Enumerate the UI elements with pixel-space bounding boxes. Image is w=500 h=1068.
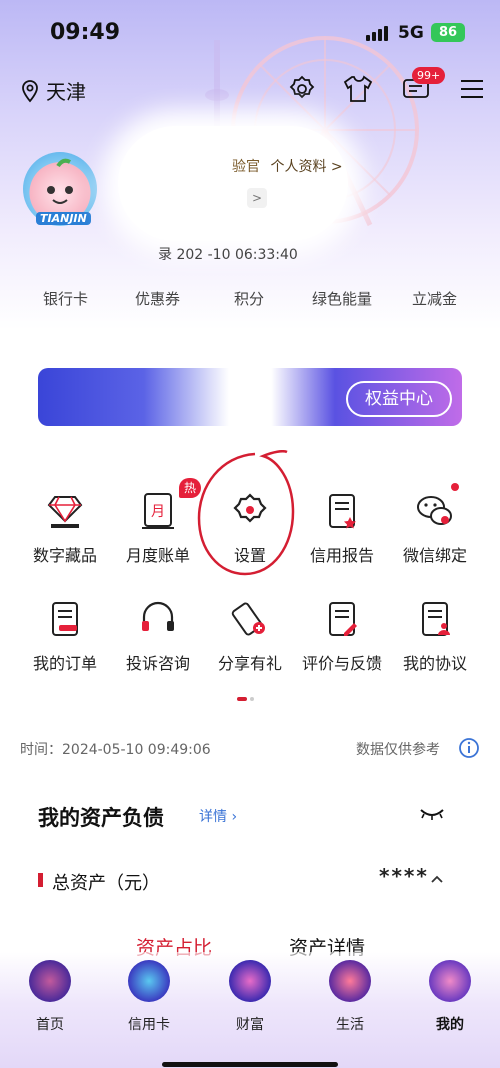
eye-closed-icon[interactable] bbox=[418, 806, 446, 822]
nav-wealth[interactable]: 财富 bbox=[205, 960, 295, 1034]
service-complaints[interactable]: 投诉咨询 bbox=[108, 596, 208, 674]
service-label: 分享有礼 bbox=[217, 654, 282, 673]
service-wechat-binding[interactable]: 微信绑定 bbox=[385, 488, 485, 566]
agreement-icon bbox=[422, 602, 450, 636]
profile-chevron[interactable]: > bbox=[247, 188, 267, 208]
nav-label: 信用卡 bbox=[128, 1017, 170, 1033]
tab-bank-card[interactable]: 银行卡 bbox=[43, 288, 88, 309]
nav-life[interactable]: 生活 bbox=[305, 960, 395, 1034]
home-icon bbox=[29, 960, 71, 1002]
profile-link[interactable]: 个人资料 > bbox=[270, 159, 342, 175]
service-label: 评价与反馈 bbox=[301, 654, 382, 673]
menu-button[interactable] bbox=[455, 72, 489, 106]
data-note: 数据仅供参考 bbox=[356, 742, 440, 758]
service-share-gift[interactable]: 分享有礼 bbox=[200, 596, 300, 674]
nav-credit-card[interactable]: 信用卡 bbox=[104, 960, 194, 1034]
credit-card-icon bbox=[128, 960, 170, 1002]
location-pin-icon bbox=[22, 79, 38, 102]
avatar-city-tag: TIANJIN bbox=[36, 212, 91, 225]
monthly-bill-icon: 月 bbox=[142, 493, 174, 529]
dress-up-button[interactable] bbox=[341, 72, 375, 106]
total-assets-marker bbox=[38, 873, 43, 887]
nav-label: 财富 bbox=[236, 1017, 264, 1033]
chevron-right-icon: › bbox=[227, 809, 238, 825]
account-tabs: 银行卡 优惠券 积分 绿色能量 立减金 bbox=[0, 288, 500, 316]
hamburger-menu-icon bbox=[461, 80, 483, 98]
service-my-agreement[interactable]: 我的协议 bbox=[385, 596, 485, 674]
member-level: 验官 bbox=[232, 159, 260, 175]
service-label: 信用报告 bbox=[309, 546, 374, 565]
nav-mine[interactable]: 我的 bbox=[405, 960, 495, 1034]
mine-icon bbox=[429, 960, 471, 1002]
service-my-orders[interactable]: 我的订单 bbox=[15, 596, 115, 674]
signal-icon bbox=[366, 26, 388, 41]
tab-coupons[interactable]: 优惠券 bbox=[135, 288, 180, 309]
gem-icon bbox=[47, 496, 83, 528]
battery-icon: 86 bbox=[431, 23, 465, 42]
service-label: 我的协议 bbox=[402, 654, 467, 673]
order-icon bbox=[52, 602, 78, 636]
nav-label: 首页 bbox=[36, 1017, 64, 1033]
share-gift-icon bbox=[231, 602, 265, 636]
message-count-badge: 99+ bbox=[412, 67, 446, 84]
service-label: 我的订单 bbox=[32, 654, 97, 673]
page-indicator bbox=[237, 697, 254, 701]
feedback-icon bbox=[329, 602, 357, 636]
profile-row[interactable]: 验官 个人资料 > bbox=[232, 156, 343, 176]
last-login-time: 录 202 -10 06:33:40 bbox=[158, 247, 298, 263]
service-label: 微信绑定 bbox=[402, 546, 467, 565]
svg-text:月: 月 bbox=[151, 504, 165, 520]
city-selector[interactable]: 天津 bbox=[18, 76, 86, 105]
gear-icon bbox=[289, 75, 315, 99]
assets-section-title: 我的资产负债 bbox=[38, 806, 164, 830]
headset-icon bbox=[142, 601, 174, 631]
wechat-icon bbox=[417, 496, 452, 525]
service-feedback[interactable]: 评价与反馈 bbox=[292, 596, 392, 674]
info-icon[interactable] bbox=[458, 737, 480, 759]
service-label: 数字藏品 bbox=[32, 546, 97, 565]
nav-home[interactable]: 首页 bbox=[5, 960, 95, 1034]
total-assets-value: **** bbox=[379, 864, 429, 888]
network-type: 5G bbox=[398, 23, 424, 43]
service-label: 投诉咨询 bbox=[125, 654, 190, 673]
data-timestamp: 时间：2024-05-10 09:49:06 bbox=[20, 742, 211, 758]
assets-details-label: 详情 bbox=[199, 809, 227, 825]
assets-details-link[interactable]: 详情 › bbox=[199, 806, 237, 826]
total-assets-label: 总资产（元） bbox=[52, 873, 160, 894]
settings-button[interactable] bbox=[285, 72, 319, 106]
profile-name-area bbox=[118, 126, 348, 241]
notification-dot bbox=[451, 483, 459, 491]
tshirt-icon bbox=[343, 75, 373, 102]
home-indicator bbox=[162, 1062, 338, 1067]
tab-points[interactable]: 积分 bbox=[234, 288, 264, 309]
nav-label: 我的 bbox=[436, 1017, 464, 1033]
life-icon bbox=[329, 960, 371, 1002]
benefits-center-button[interactable]: 权益中心 bbox=[346, 381, 452, 417]
service-credit-report[interactable]: 信用报告 bbox=[292, 488, 392, 566]
credit-report-icon bbox=[329, 494, 356, 529]
nav-label: 生活 bbox=[336, 1017, 364, 1033]
tab-discount-gold[interactable]: 立减金 bbox=[412, 288, 457, 309]
highlight-circle-annotation bbox=[197, 450, 295, 576]
status-bar: 09:49 5G 86 bbox=[0, 0, 500, 64]
tab-green-energy[interactable]: 绿色能量 bbox=[312, 288, 372, 309]
chevron-up-icon[interactable] bbox=[430, 874, 444, 884]
wealth-icon bbox=[229, 960, 271, 1002]
city-name: 天津 bbox=[46, 80, 86, 104]
status-time: 09:49 bbox=[50, 20, 121, 45]
service-digital-collectibles[interactable]: 数字藏品 bbox=[15, 488, 115, 566]
